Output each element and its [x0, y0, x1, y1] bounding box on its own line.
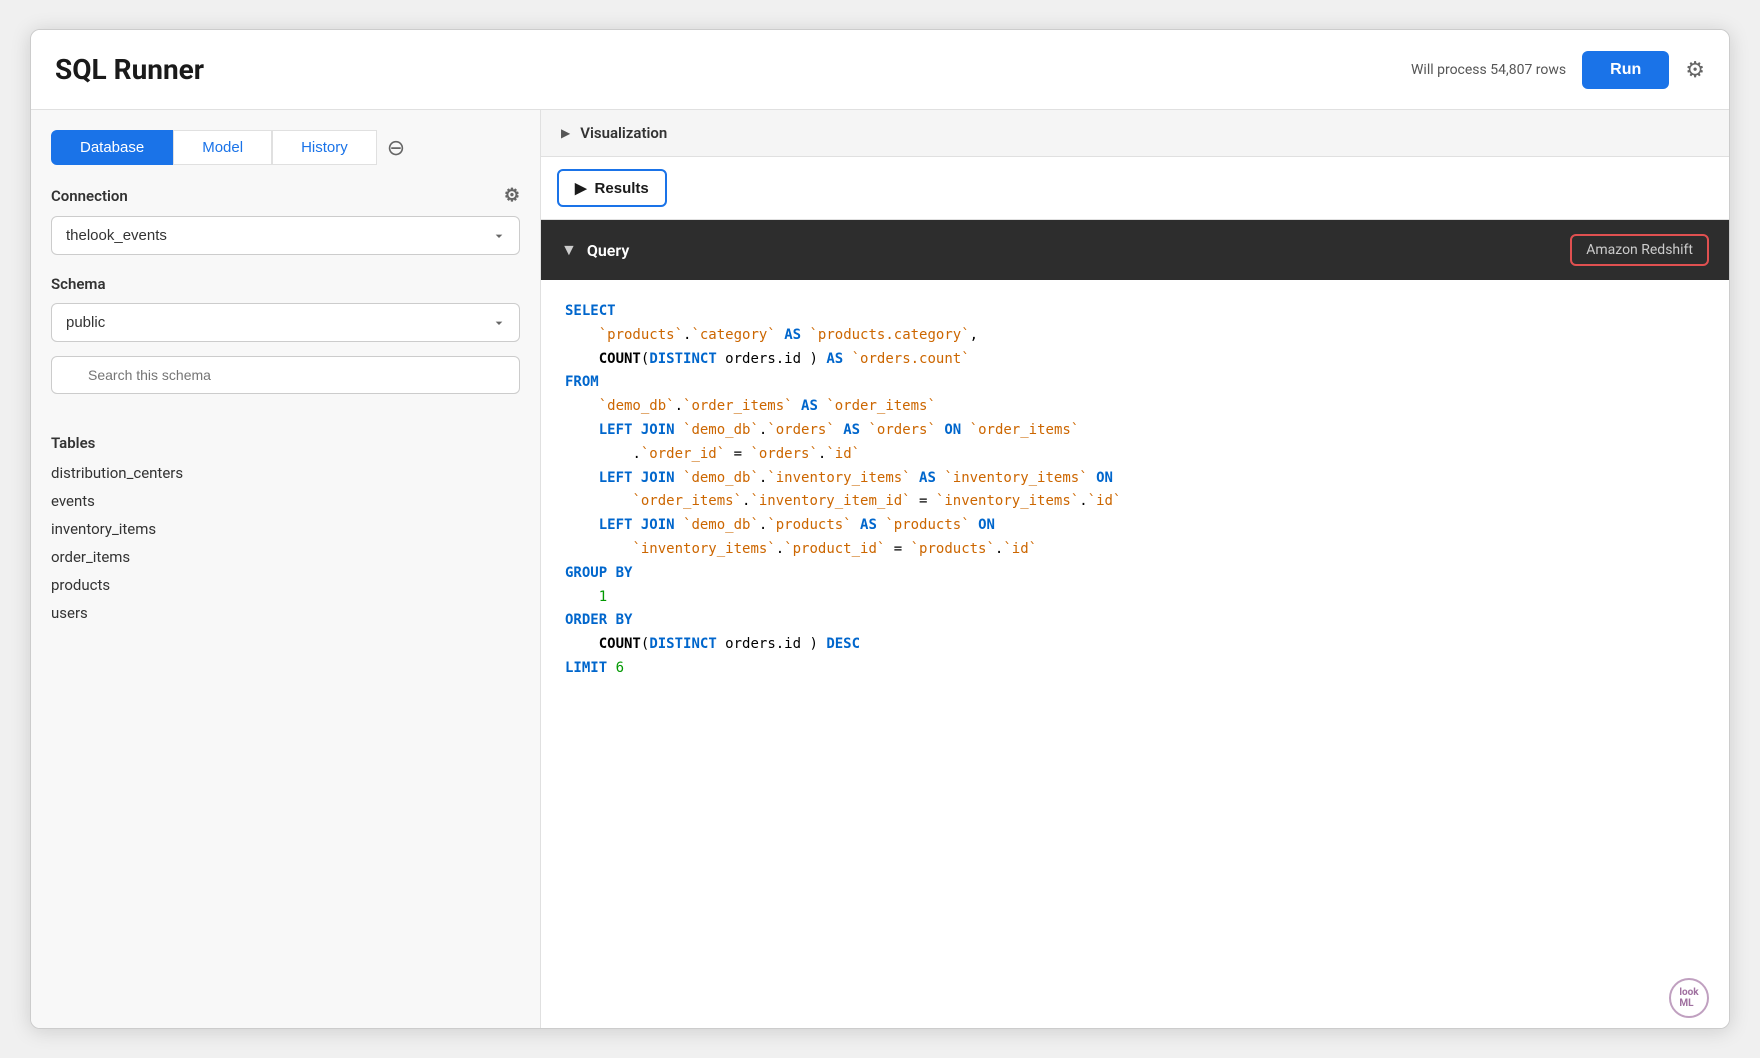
collapse-sidebar-button[interactable]: ⊖ [387, 137, 405, 159]
table-list: distribution_centers events inventory_it… [51, 462, 520, 624]
settings-icon[interactable]: ⚙ [1685, 57, 1705, 83]
run-button[interactable]: Run [1582, 51, 1669, 89]
main-content: Database Model History ⊖ Connection ⚙ th… [31, 110, 1729, 1028]
right-panel: ▶ Visualization ▶ Results ▼ Q [541, 110, 1729, 1028]
dialect-badge: Amazon Redshift [1570, 234, 1709, 266]
connection-gear-icon[interactable]: ⚙ [504, 185, 520, 206]
sql-code: SELECT `products`.`category` AS `product… [565, 300, 1705, 681]
visualization-section: ▶ Visualization [541, 110, 1729, 157]
tables-label: Tables [51, 434, 520, 452]
results-label: Results [595, 180, 649, 197]
tab-model[interactable]: Model [173, 130, 272, 165]
query-header-left: ▼ Query [561, 240, 629, 260]
list-item[interactable]: distribution_centers [51, 462, 520, 484]
app-header: SQL Runner Will process 54,807 rows Run … [31, 30, 1729, 110]
query-label: Query [587, 241, 629, 260]
schema-select[interactable]: public [51, 303, 520, 342]
visualization-header[interactable]: ▶ Visualization [541, 110, 1729, 156]
tab-row: Database Model History ⊖ [51, 130, 520, 165]
query-header: ▼ Query Amazon Redshift [541, 220, 1729, 280]
tab-history[interactable]: History [272, 130, 377, 165]
list-item[interactable]: events [51, 490, 520, 512]
tab-database[interactable]: Database [51, 130, 173, 165]
list-item[interactable]: products [51, 574, 520, 596]
connection-label: Connection ⚙ [51, 185, 520, 206]
results-button[interactable]: ▶ Results [557, 169, 667, 207]
results-chevron-icon: ▶ [575, 179, 587, 197]
schema-search-input[interactable] [51, 356, 520, 394]
visualization-label: Visualization [580, 124, 667, 142]
results-section: ▶ Results [541, 157, 1729, 220]
sql-editor[interactable]: SELECT `products`.`category` AS `product… [541, 280, 1729, 968]
lookml-logo: lookML [1669, 978, 1709, 1018]
query-section: ▼ Query Amazon Redshift SELECT `products… [541, 220, 1729, 1028]
visualization-chevron-icon: ▶ [561, 126, 570, 140]
results-header: ▶ Results [541, 157, 1729, 219]
app-title: SQL Runner [55, 53, 204, 86]
connection-select[interactable]: thelook_events [51, 216, 520, 255]
schema-label: Schema [51, 275, 520, 293]
search-wrapper: 🔍 [51, 356, 520, 414]
list-item[interactable]: inventory_items [51, 518, 520, 540]
list-item[interactable]: users [51, 602, 520, 624]
query-chevron-icon: ▼ [561, 240, 577, 260]
lookml-watermark: lookML [541, 968, 1729, 1028]
main-window: SQL Runner Will process 54,807 rows Run … [30, 29, 1730, 1029]
header-right: Will process 54,807 rows Run ⚙ [1411, 51, 1705, 89]
process-text: Will process 54,807 rows [1411, 62, 1566, 78]
sidebar: Database Model History ⊖ Connection ⚙ th… [31, 110, 541, 1028]
list-item[interactable]: order_items [51, 546, 520, 568]
